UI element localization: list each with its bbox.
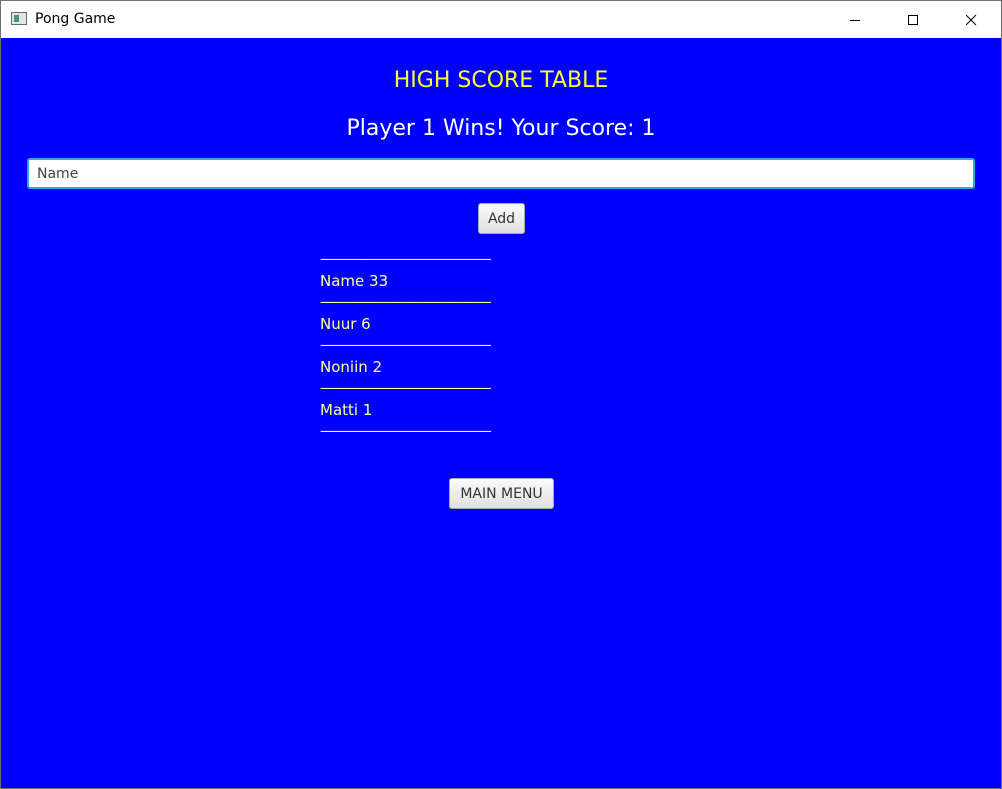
- main-menu-button[interactable]: MAIN MENU: [449, 478, 554, 509]
- separator: ----------------------------------------…: [320, 381, 492, 396]
- separator: ----------------------------------------…: [320, 424, 492, 439]
- page-title: HIGH SCORE TABLE: [393, 68, 609, 93]
- minimize-button[interactable]: [826, 1, 884, 38]
- minimize-icon: [850, 19, 860, 21]
- score-entry: Noniin 2: [320, 358, 383, 376]
- name-input[interactable]: [27, 158, 975, 189]
- high-score-list: ----------------------------------------…: [320, 250, 690, 442]
- maximize-button[interactable]: [884, 1, 942, 38]
- window-title: Pong Game: [35, 11, 116, 27]
- app-window-icon: [11, 12, 27, 25]
- high-score-screen: HIGH SCORE TABLE Player 1 Wins! Your Sco…: [1, 38, 1001, 788]
- result-message: Player 1 Wins! Your Score: 1: [346, 116, 656, 141]
- close-button[interactable]: [942, 1, 1000, 38]
- title-bar[interactable]: Pong Game: [1, 1, 1001, 38]
- separator: ----------------------------------------…: [320, 295, 492, 310]
- maximize-icon: [908, 14, 918, 25]
- close-icon: [965, 14, 977, 25]
- separator: ----------------------------------------…: [320, 338, 492, 353]
- score-entry: Name 33: [320, 272, 389, 290]
- score-entry: Nuur 6: [320, 315, 371, 333]
- score-entry: Matti 1: [320, 401, 373, 419]
- add-button[interactable]: Add: [478, 203, 525, 234]
- app-window: Pong Game HIGH SCORE TABLE Player 1 Wins…: [0, 0, 1002, 789]
- separator: ----------------------------------------…: [320, 252, 492, 267]
